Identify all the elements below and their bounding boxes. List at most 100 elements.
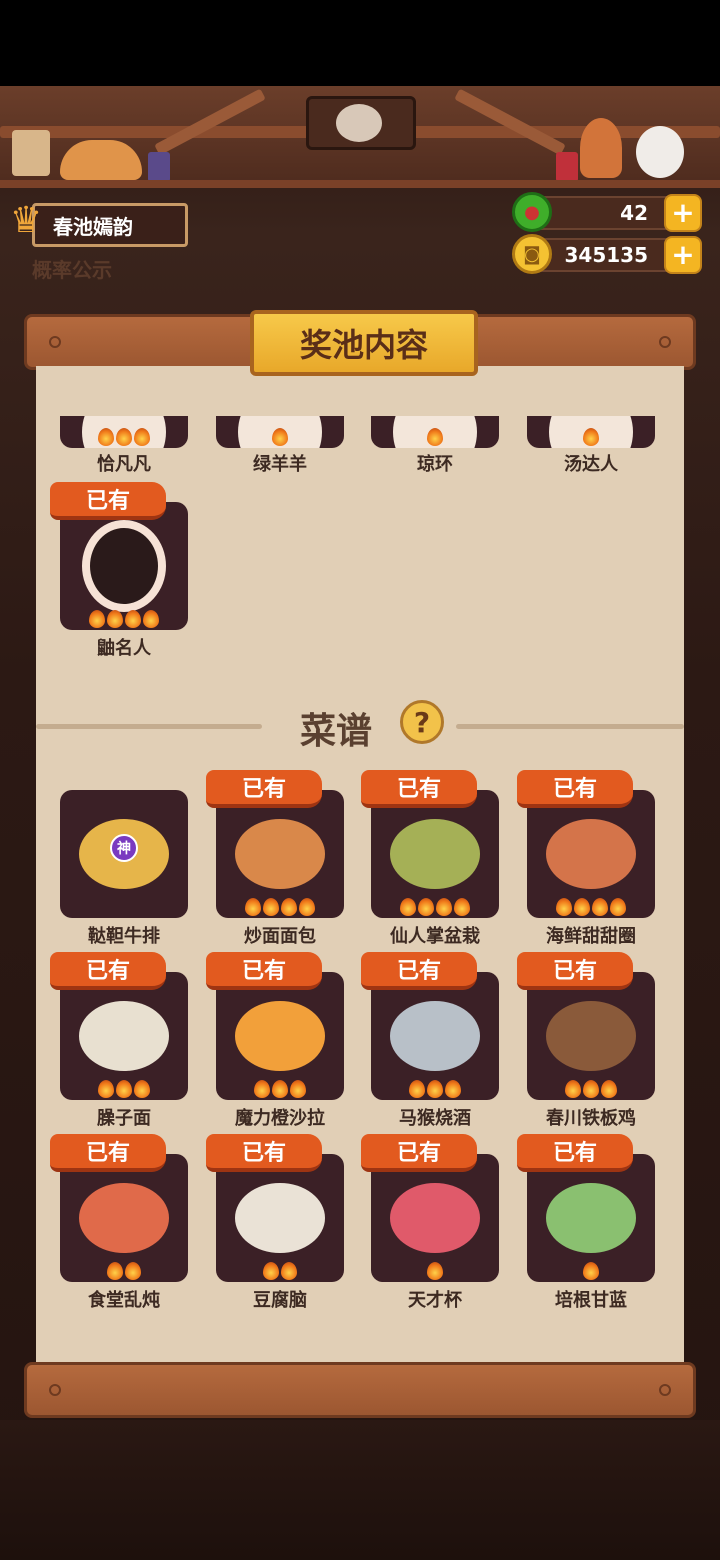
flame-icon [89,610,105,628]
jade-icon: ● [512,192,552,232]
dish-icon [235,1001,325,1071]
flame-icon [592,898,608,916]
dish-icon [79,1001,169,1071]
flame-icon [409,1080,425,1098]
character-image [527,416,655,448]
rarity-flames [527,1080,655,1098]
roof-beam [454,88,566,156]
panel-title: 奖池内容 [250,310,478,376]
recipe-image [216,790,344,918]
flame-icon [601,1080,617,1098]
rarity-flames [371,428,499,446]
owned-badge: 已有 [206,770,322,808]
help-button[interactable]: ? [400,700,444,744]
flame-icon [610,898,626,916]
rarity-flames [60,610,188,628]
recipe-image [371,972,499,1100]
recipe-image [371,1154,499,1282]
character-portrait-icon [82,520,166,612]
white-cat-icon [636,126,684,178]
recipe-image [527,972,655,1100]
flame-icon [143,610,159,628]
flame-icon [454,898,470,916]
sleeping-cat-icon [60,140,142,180]
character-name: 汤达人 [564,454,618,475]
flame-icon [272,1080,288,1098]
flame-icon [263,1262,279,1280]
rarity-flames [60,1080,188,1098]
legendary-badge-icon: 神 [110,834,138,862]
bolt-icon [49,1384,61,1396]
recipe-image [216,1154,344,1282]
recipe-name: 豆腐脑 [253,1290,307,1311]
rarity-flames [216,1262,344,1280]
rarity-flames [527,898,655,916]
flame-icon [281,898,297,916]
flame-icon [254,1080,270,1098]
owned-badge: 已有 [517,1134,633,1172]
owned-badge: 已有 [206,952,322,990]
owned-badge: 已有 [50,1134,166,1172]
divider [456,724,684,729]
divider [36,724,262,729]
rarity-flames [527,1262,655,1280]
recipe-name: 鞑靼牛排 [88,926,160,947]
flame-icon [565,1080,581,1098]
rarity-flames [216,898,344,916]
rarity-flames [216,428,344,446]
flame-icon [436,898,452,916]
panel-bottom-bar [24,1362,696,1418]
recipe-name: 食堂乱炖 [88,1290,160,1311]
recipe-name: 魔力橙沙拉 [235,1108,325,1129]
flame-icon [125,610,141,628]
flame-icon [245,898,261,916]
dish-icon [390,1183,480,1253]
dish-icon [235,819,325,889]
raccoon-mascot-icon [336,104,382,142]
bolt-icon [659,336,671,348]
dish-icon [546,1183,636,1253]
character-name: 琼环 [417,454,453,475]
owned-badge: 已有 [206,1134,322,1172]
recipe-image [60,972,188,1100]
flame-icon [583,1080,599,1098]
pool-name-box: 春池嫣韵 [32,203,188,247]
flame-icon [583,1262,599,1280]
jar-icon [556,152,578,182]
flame-icon [107,610,123,628]
character-image [60,416,188,448]
add-jade-button[interactable]: + [664,194,702,232]
recipes-section-title: 菜谱 [300,711,373,752]
recipe-image: 神 [60,790,188,918]
recipe-name: 炒面面包 [244,926,316,947]
recipe-name: 春川铁板鸡 [546,1108,636,1129]
probability-link[interactable]: 概率公示 [32,254,112,283]
rarity-flames [371,1080,499,1098]
flame-icon [134,428,150,446]
flame-icon [263,898,279,916]
add-coins-button[interactable]: + [664,236,702,274]
owned-badge: 已有 [50,482,166,520]
bolt-icon [49,336,61,348]
rarity-flames [60,1262,188,1280]
bolt-icon [659,1384,671,1396]
rarity-flames [216,1080,344,1098]
flame-icon [290,1080,306,1098]
recipe-name: 马猴烧酒 [399,1108,471,1129]
owned-badge: 已有 [517,952,633,990]
pool-name: 春池嫣韵 [53,214,133,239]
rarity-flames [371,898,499,916]
flame-icon [98,1080,114,1098]
pool-emblem-icon: ♛ [9,200,43,241]
flame-icon [574,898,590,916]
coin-counter: ◙ 345135 + [512,234,702,274]
bottom-buttons-shadow [0,1420,720,1560]
jade-value: 42 [620,201,648,225]
character-name: 绿羊羊 [253,454,307,475]
jade-counter: ● 42 + [512,192,702,232]
pool-content-panel[interactable]: 恰凡凡 绿羊羊 琼环 汤达人 已有 鼬名人 神鞑靼牛排 已有 炒面面包 已有 仙人掌盆栽 已有 海鲜甜… [36,366,684,1366]
recipes-section-header: 菜谱 ? [36,700,684,752]
restaurant-roof [0,86,720,186]
owned-badge: 已有 [517,770,633,808]
dish-icon [546,819,636,889]
